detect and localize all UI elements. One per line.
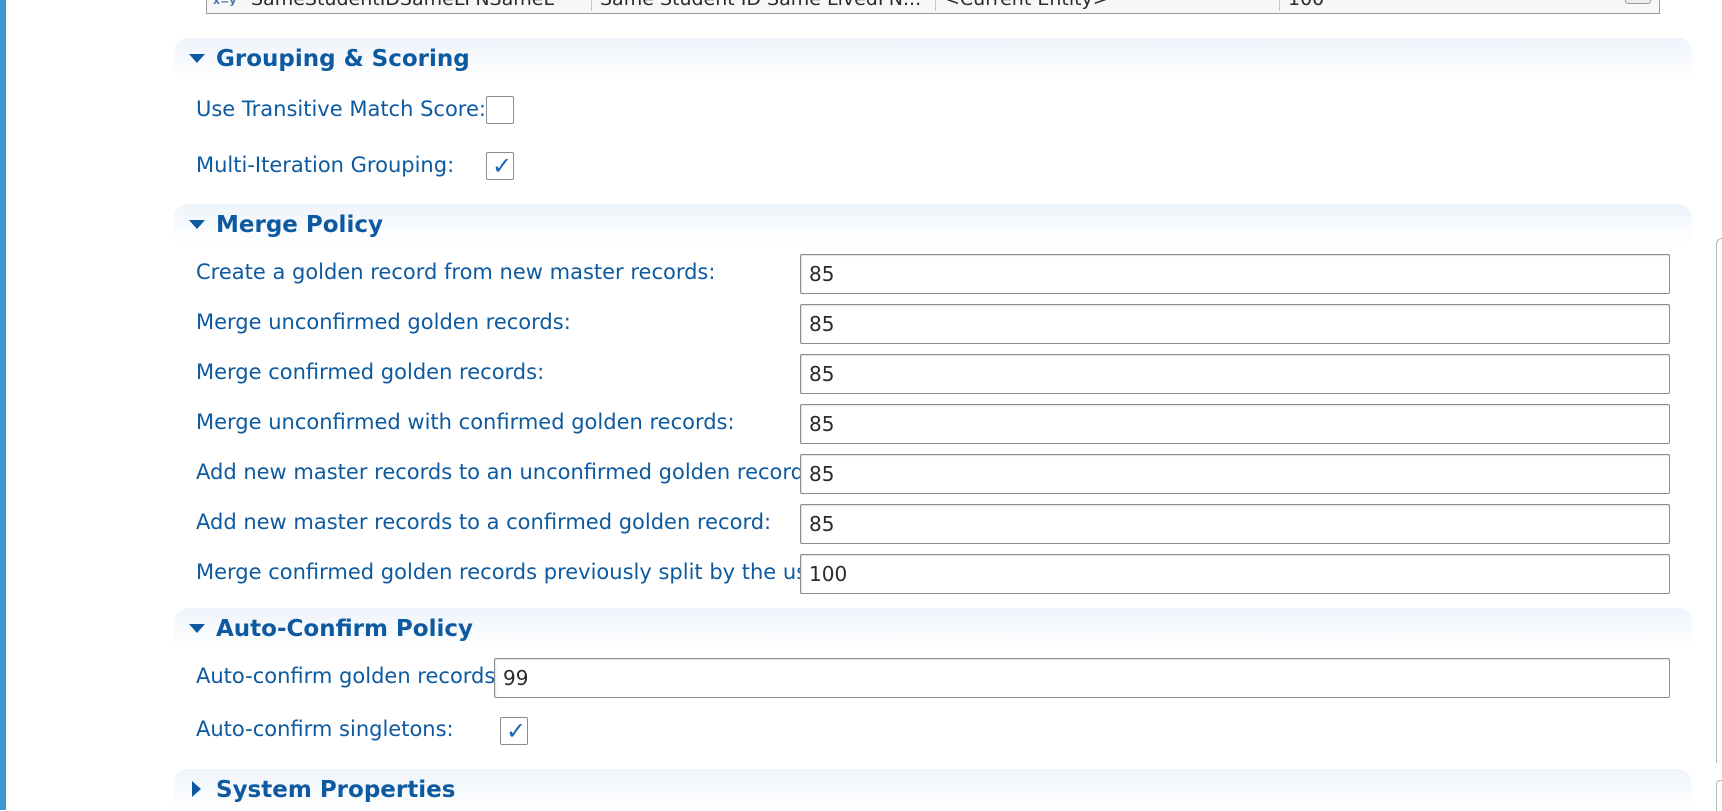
section-grouping-scoring[interactable]: Grouping & Scoring [174,38,1692,78]
merge-confirmed-input[interactable]: 85 [800,354,1670,394]
add-confirmed-input[interactable]: 85 [800,504,1670,544]
merge-confirmed-label: Merge confirmed golden records: [196,360,545,384]
checkmark-icon: ✓ [506,717,527,745]
create-golden-input[interactable]: 85 [800,254,1670,294]
merge-split-input[interactable]: 100 [800,554,1670,594]
auto-confirm-singletons-label: Auto-confirm singletons: [196,717,454,741]
section-system-properties[interactable]: System Properties [174,769,1692,809]
add-unconfirmed-label: Add new master records to an unconfirmed… [196,460,812,484]
section-title: Merge Policy [216,212,383,238]
merge-split-label: Merge confirmed golden records previousl… [196,560,836,584]
collapse-triangle-icon [189,624,205,633]
collapse-triangle-icon [189,54,205,63]
table-scroll-button[interactable] [1625,0,1651,4]
auto-confirm-singletons-checkbox[interactable]: ✓ [500,717,528,745]
merge-unconfirmed-input[interactable]: 85 [800,304,1670,344]
add-unconfirmed-input[interactable]: 85 [800,454,1670,494]
checkmark-icon: ✓ [492,152,513,180]
section-auto-confirm-policy[interactable]: Auto-Confirm Policy [174,608,1692,648]
table-cell-score: 100 [1279,0,1579,11]
table-cell-entity: <Current Entity> [935,0,1279,11]
right-panel-edge-bottom [1716,780,1722,811]
expand-triangle-icon [192,781,201,797]
table-cell-rule-label: Same Student ID Same LivedFN... [591,0,935,11]
window-left-edge [0,0,6,810]
use-transitive-label: Use Transitive Match Score: [196,97,486,121]
merge-unconfirmed-confirmed-input[interactable]: 85 [800,404,1670,444]
multi-iteration-label: Multi-Iteration Grouping: [196,153,455,177]
auto-confirm-golden-label: Auto-confirm golden records: [196,664,503,688]
collapse-triangle-icon [189,220,205,229]
section-title: System Properties [216,777,456,803]
right-panel-edge [1716,238,1722,763]
multi-iteration-checkbox[interactable]: ✓ [486,152,514,180]
section-title: Grouping & Scoring [216,46,470,72]
section-merge-policy[interactable]: Merge Policy [174,204,1692,244]
auto-confirm-golden-input[interactable]: 99 [494,658,1670,698]
merge-unconfirmed-confirmed-label: Merge unconfirmed with confirmed golden … [196,410,735,434]
section-title: Auto-Confirm Policy [216,616,473,642]
match-rule-icon: x=y [213,0,237,7]
table-cell-rule-name: SameStudentIDSameLFNSameL... [243,0,555,11]
merge-unconfirmed-label: Merge unconfirmed golden records: [196,310,571,334]
add-confirmed-label: Add new master records to a confirmed go… [196,510,772,534]
use-transitive-checkbox[interactable] [486,96,514,124]
create-golden-label: Create a golden record from new master r… [196,260,716,284]
rules-table-row[interactable]: x=y SameStudentIDSameLFNSameL... Same St… [206,0,1660,14]
